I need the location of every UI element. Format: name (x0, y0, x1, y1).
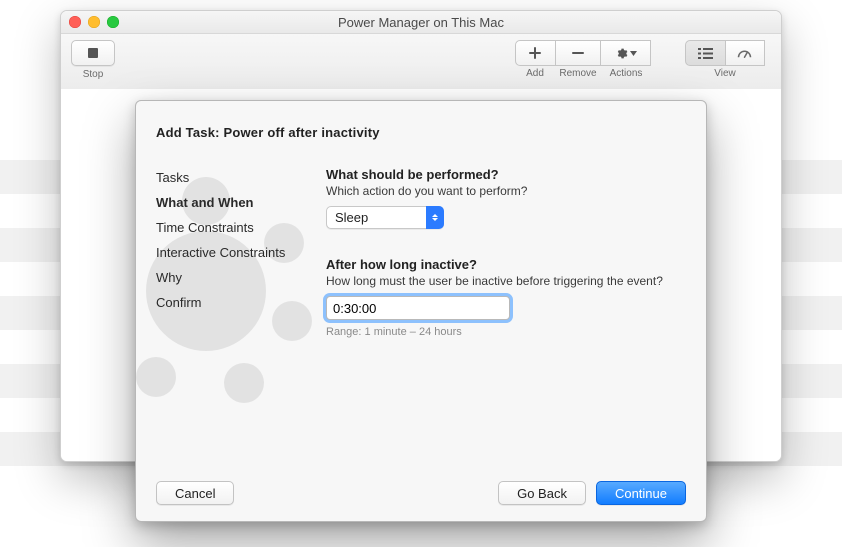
nav-tasks[interactable]: Tasks (156, 165, 306, 190)
duration-range: Range: 1 minute – 24 hours (326, 326, 686, 338)
zoom-window-button[interactable] (107, 16, 119, 28)
cancel-button[interactable]: Cancel (156, 481, 234, 505)
gear-icon (615, 47, 637, 60)
actions-label: Actions (601, 68, 651, 79)
close-window-button[interactable] (69, 16, 81, 28)
perform-hint: Which action do you want to perform? (326, 184, 686, 198)
sheet-buttons: Cancel Go Back Continue (156, 481, 686, 505)
continue-button[interactable]: Continue (596, 481, 686, 505)
titlebar[interactable]: Power Manager on This Mac (61, 11, 781, 34)
add-task-sheet: Add Task: Power off after inactivity Tas… (135, 100, 707, 522)
minus-icon (572, 47, 584, 59)
add-button[interactable] (515, 40, 556, 66)
wizard-content: What should be performed? Which action d… (326, 163, 686, 338)
wizard-nav: Tasks What and When Time Constraints Int… (156, 165, 306, 315)
window-title: Power Manager on This Mac (61, 15, 781, 30)
perform-heading: What should be performed? (326, 167, 686, 182)
minimize-window-button[interactable] (88, 16, 100, 28)
toolbar: Stop (61, 34, 781, 91)
inactive-heading: After how long inactive? (326, 257, 686, 272)
nav-confirm[interactable]: Confirm (156, 290, 306, 315)
stop-icon (87, 47, 99, 59)
remove-button[interactable] (556, 40, 602, 66)
view-gauge-button[interactable] (726, 40, 766, 66)
window-controls (69, 16, 119, 28)
action-select[interactable]: Sleep (326, 206, 444, 229)
duration-input[interactable] (326, 296, 510, 320)
add-label: Add (515, 68, 555, 79)
nav-interactive-constraints[interactable]: Interactive Constraints (156, 240, 306, 265)
view-label: View (685, 68, 765, 79)
remove-label: Remove (555, 68, 601, 79)
actions-button[interactable] (601, 40, 651, 66)
stop-label: Stop (71, 69, 115, 80)
chevron-updown-icon (426, 206, 444, 229)
inactive-hint: How long must the user be inactive befor… (326, 274, 686, 288)
stop-button[interactable] (71, 40, 115, 66)
go-back-button[interactable]: Go Back (498, 481, 586, 505)
gauge-icon (737, 48, 752, 59)
list-icon (698, 48, 713, 59)
sheet-title: Add Task: Power off after inactivity (156, 125, 380, 140)
nav-what-and-when[interactable]: What and When (156, 190, 306, 215)
nav-why[interactable]: Why (156, 265, 306, 290)
view-list-button[interactable] (685, 40, 726, 66)
plus-icon (529, 47, 541, 59)
nav-time-constraints[interactable]: Time Constraints (156, 215, 306, 240)
